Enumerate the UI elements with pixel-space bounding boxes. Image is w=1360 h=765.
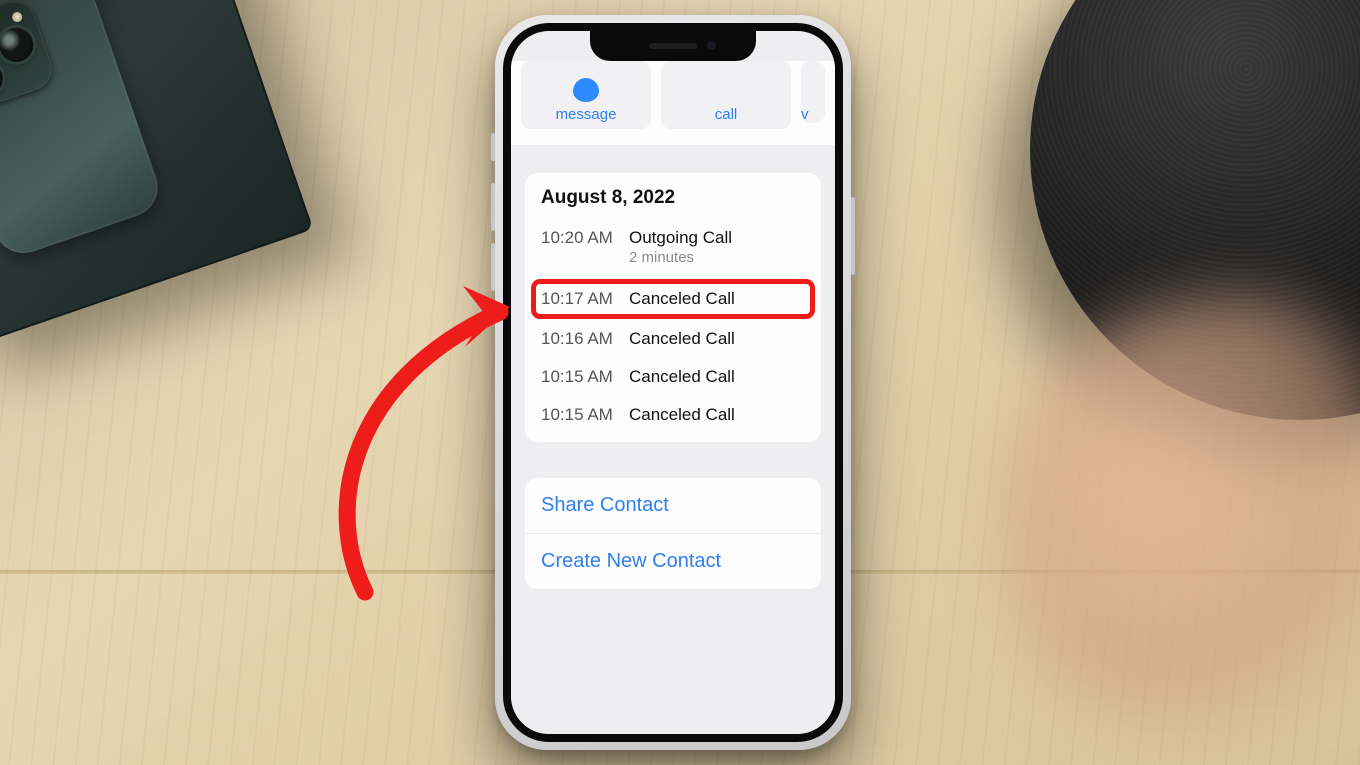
call-history-row-highlighted[interactable]: 10:17 AM Canceled Call bbox=[533, 281, 813, 317]
call-type-label: Canceled Call bbox=[629, 329, 735, 349]
call-history-row[interactable]: 10:16 AM Canceled Call bbox=[525, 320, 821, 358]
box-phone-graphic bbox=[0, 0, 166, 261]
history-date-heading: August 8, 2022 bbox=[541, 187, 805, 209]
call-history-row[interactable]: 10:20 AM Outgoing Call 2 minutes bbox=[525, 219, 821, 278]
camera-lens-icon bbox=[0, 23, 38, 66]
call-label: call bbox=[715, 106, 738, 123]
share-contact-button[interactable]: Share Contact bbox=[525, 478, 821, 533]
call-history-row[interactable]: 10:15 AM Canceled Call bbox=[525, 396, 821, 434]
hand-blur bbox=[960, 261, 1360, 765]
message-button[interactable]: message bbox=[521, 61, 651, 129]
camera-lens-icon bbox=[0, 57, 7, 100]
phone-screen: message call v August 8, 2022 10:20 AM bbox=[511, 31, 835, 734]
call-duration: 2 minutes bbox=[629, 249, 694, 266]
create-new-contact-button[interactable]: Create New Contact bbox=[525, 533, 821, 589]
contact-actions-card: Share Contact Create New Contact bbox=[525, 478, 821, 589]
call-time: 10:16 AM bbox=[541, 329, 629, 349]
volume-up-button bbox=[491, 183, 495, 231]
video-label-partial: v bbox=[801, 106, 809, 123]
call-time: 10:20 AM bbox=[541, 228, 629, 248]
call-history-row[interactable]: 10:15 AM Canceled Call bbox=[525, 358, 821, 396]
message-label: message bbox=[556, 106, 617, 123]
call-time: 10:15 AM bbox=[541, 367, 629, 387]
call-time: 10:17 AM bbox=[541, 289, 629, 309]
camera-flash-icon bbox=[11, 11, 24, 24]
call-type-label: Canceled Call bbox=[629, 289, 735, 309]
scroll-content[interactable]: August 8, 2022 10:20 AM Outgoing Call 2 … bbox=[511, 145, 835, 734]
call-history-card: August 8, 2022 10:20 AM Outgoing Call 2 … bbox=[525, 173, 821, 442]
display-notch bbox=[590, 31, 756, 61]
scene: message call v August 8, 2022 10:20 AM bbox=[0, 0, 1360, 765]
call-type-label: Canceled Call bbox=[629, 405, 735, 425]
iphone-product-box bbox=[0, 0, 313, 350]
volume-down-button bbox=[491, 243, 495, 291]
power-button bbox=[851, 197, 855, 275]
phone-frame: message call v August 8, 2022 10:20 AM bbox=[503, 23, 843, 742]
contact-action-row: message call v bbox=[511, 61, 835, 158]
call-button[interactable]: call bbox=[661, 61, 791, 129]
call-time: 10:15 AM bbox=[541, 405, 629, 425]
video-button[interactable]: v bbox=[801, 61, 825, 123]
box-camera-module bbox=[0, 0, 58, 112]
call-type-label: Canceled Call bbox=[629, 367, 735, 387]
iphone-device: message call v August 8, 2022 10:20 AM bbox=[495, 15, 851, 750]
mute-switch bbox=[491, 133, 495, 161]
message-bubble-icon bbox=[573, 78, 599, 102]
call-type-label: Outgoing Call bbox=[629, 228, 732, 248]
